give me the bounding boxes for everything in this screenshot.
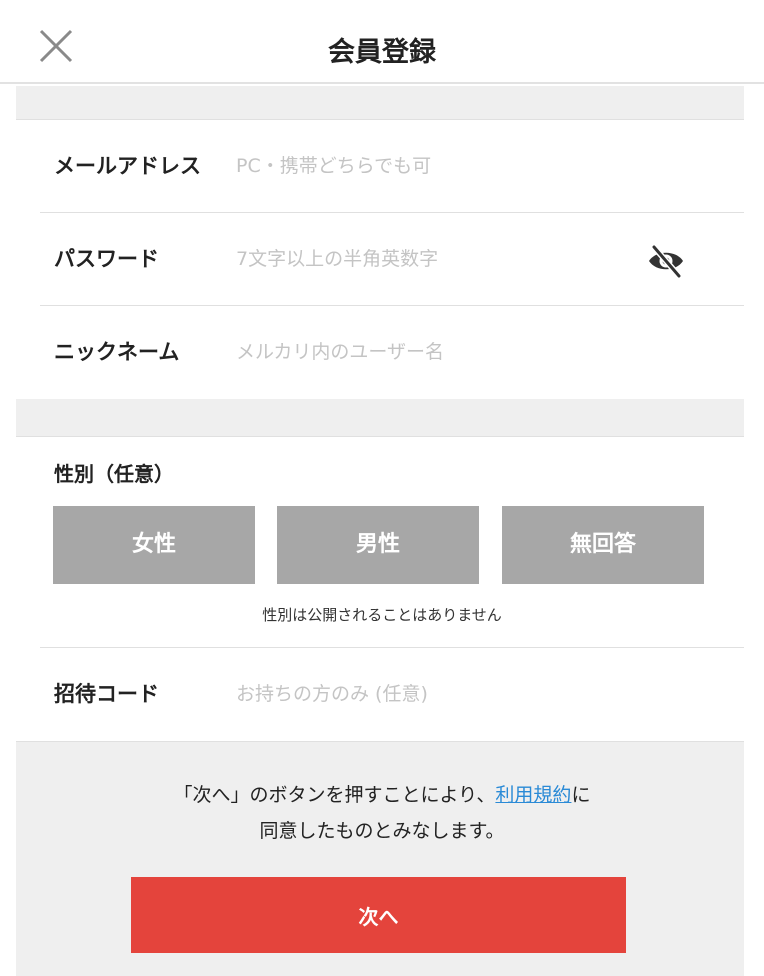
nickname-input[interactable]: [236, 326, 726, 378]
password-input[interactable]: [236, 233, 636, 285]
gender-label: 性別（任意）: [54, 462, 174, 486]
terms-link[interactable]: 利用規約: [495, 784, 571, 806]
page-title: 会員登録: [328, 37, 436, 68]
gender-male-button[interactable]: 男性: [277, 506, 479, 584]
email-row: メールアドレス: [40, 120, 744, 213]
app-header: 会員登録: [0, 0, 764, 84]
gender-female-button[interactable]: 女性: [53, 506, 255, 584]
password-row: パスワード: [40, 213, 744, 306]
terms-text: 「次へ」のボタンを押すことにより、利用規約に 同意したものとみなします。: [0, 777, 764, 849]
invite-row: 招待コード: [40, 647, 744, 740]
password-visibility-toggle[interactable]: [646, 241, 686, 281]
gender-privacy-note: 性別は公開されることはありません: [262, 606, 502, 624]
password-label: パスワード: [54, 247, 159, 271]
nickname-row: ニックネーム: [40, 306, 744, 399]
terms-prefix: 「次へ」のボタンを押すことにより、: [173, 784, 496, 806]
next-button[interactable]: 次へ: [131, 877, 626, 953]
gender-no-answer-button[interactable]: 無回答: [502, 506, 704, 584]
email-label: メールアドレス: [54, 154, 201, 178]
terms-suffix: に: [571, 784, 591, 806]
eye-slash-icon: [649, 244, 683, 279]
section-spacer: [16, 399, 744, 437]
invite-label: 招待コード: [54, 682, 159, 706]
email-input[interactable]: [236, 140, 726, 192]
section-spacer: [16, 86, 744, 120]
invite-code-input[interactable]: [236, 668, 726, 720]
terms-line-2: 同意したものとみなします。: [259, 820, 505, 842]
nickname-label: ニックネーム: [54, 340, 180, 364]
